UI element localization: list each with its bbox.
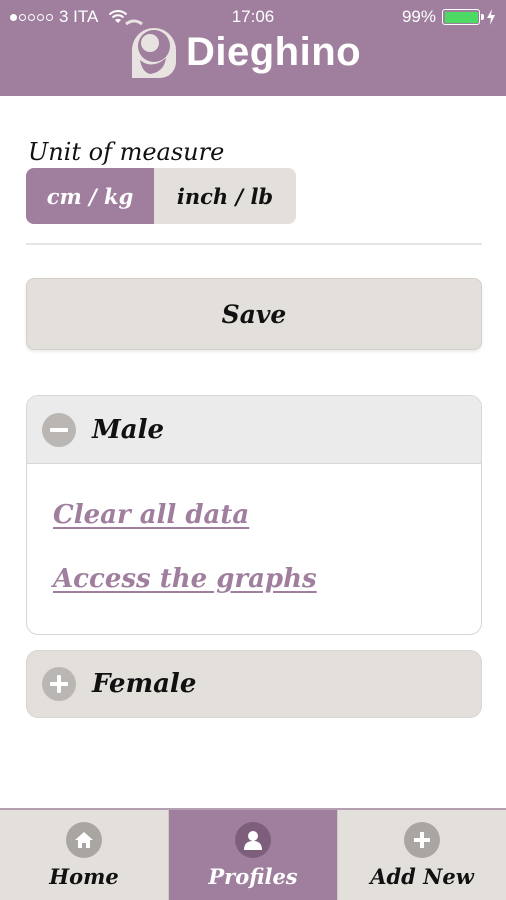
female-section-title: Female <box>92 669 197 699</box>
plus-icon <box>404 822 440 858</box>
app-name: Dieghino <box>186 29 362 74</box>
charging-bolt-icon <box>487 9 495 25</box>
tab-add-new-label: Add New <box>370 864 474 889</box>
unit-of-measure-label: Unit of measure <box>28 138 225 166</box>
tab-profiles-label: Profiles <box>208 864 298 889</box>
battery-percentage: 99% <box>401 7 436 26</box>
unit-option-imperial[interactable]: inch / lb <box>154 168 296 224</box>
male-section-header[interactable]: Male <box>27 396 481 464</box>
profile-icon <box>235 822 271 858</box>
home-icon <box>66 822 102 858</box>
unit-segmented-control: cm / kg inch / lb <box>26 168 296 224</box>
save-button[interactable]: Save <box>26 278 482 350</box>
clear-all-data-link[interactable]: Clear all data <box>53 500 249 530</box>
tab-home[interactable]: Home <box>0 810 168 900</box>
unit-option-metric[interactable]: cm / kg <box>26 168 154 224</box>
plus-circle-icon <box>42 667 76 701</box>
section-divider <box>26 243 482 245</box>
tab-profiles[interactable]: Profiles <box>168 810 337 900</box>
male-section-title: Male <box>92 414 165 445</box>
app-header: 3 ITA 17:06 99% Dieghino <box>0 0 506 96</box>
bottom-tab-bar: Home Profiles Add New <box>0 808 506 900</box>
male-section: Male Clear all data Access the graphs <box>26 395 482 635</box>
tab-add-new[interactable]: Add New <box>337 810 506 900</box>
minus-circle-icon <box>42 412 76 447</box>
male-section-body: Clear all data Access the graphs <box>27 464 481 634</box>
access-graphs-link[interactable]: Access the graphs <box>53 564 317 594</box>
female-section-header[interactable]: Female <box>26 650 482 718</box>
status-right: 99% <box>402 7 496 27</box>
battery-icon <box>442 9 484 25</box>
app-logo: Dieghino <box>124 16 361 86</box>
tab-home-label: Home <box>49 864 119 889</box>
baby-logo-icon <box>125 19 176 78</box>
